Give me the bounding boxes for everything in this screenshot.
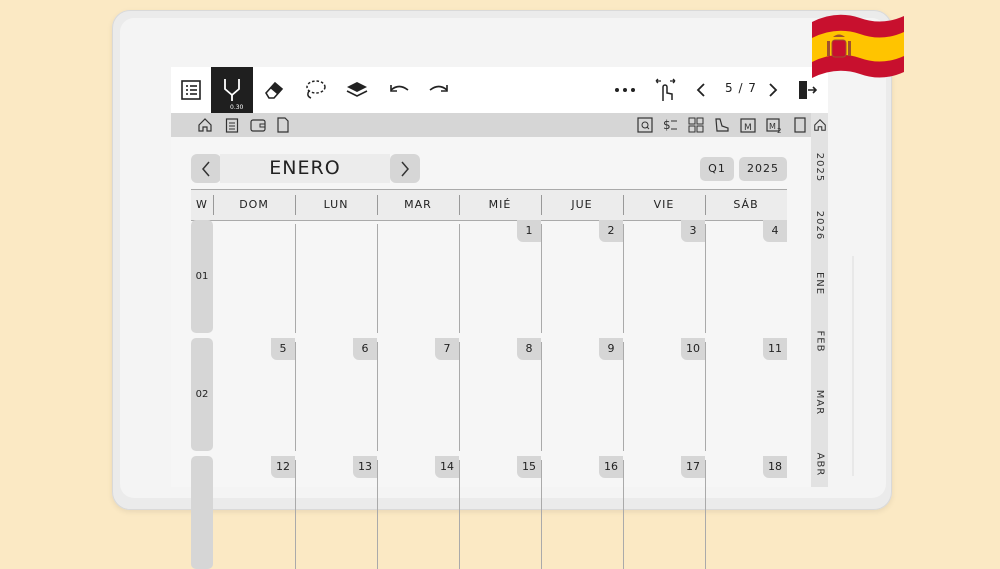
svg-text:2: 2 — [777, 127, 781, 133]
week-row: 02 5 6 7 8 9 10 11 — [191, 338, 787, 451]
date-number[interactable]: 10 — [681, 338, 705, 360]
undo-icon[interactable] — [385, 75, 413, 105]
eraser-icon[interactable] — [261, 75, 287, 105]
date-number[interactable]: 7 — [435, 338, 459, 360]
lasso-icon[interactable] — [301, 75, 329, 105]
next-page-icon[interactable] — [763, 75, 783, 105]
day-header-lun: LUN — [323, 198, 349, 211]
day-header-mie: MIÉ — [488, 198, 512, 211]
date-number[interactable]: 14 — [435, 456, 459, 478]
side-home-icon[interactable] — [811, 113, 828, 137]
month-title: ENERO — [269, 157, 341, 179]
day-header-mar: MAR — [404, 198, 432, 211]
scrollbar[interactable] — [852, 256, 854, 476]
page-indicator: 5 / 7 — [725, 81, 757, 95]
side-tab-bar: 2025 2026 ENE FEB MAR ABR — [811, 113, 828, 487]
touch-icon[interactable] — [651, 75, 679, 105]
layers-icon[interactable] — [343, 75, 371, 105]
svg-text:M: M — [744, 123, 752, 133]
side-tab-feb[interactable]: FEB — [811, 315, 828, 367]
week-row: 01 1 2 3 4 — [191, 220, 787, 333]
chevron-right-icon — [401, 161, 409, 176]
day-cell[interactable] — [295, 220, 377, 333]
date-number[interactable]: 17 — [681, 456, 705, 478]
next-month-button[interactable] — [390, 154, 420, 183]
quarter-icon[interactable] — [636, 116, 654, 134]
home-icon[interactable] — [196, 116, 214, 134]
date-number[interactable]: 11 — [763, 338, 787, 360]
link-bar: $ M M2 — [171, 113, 811, 137]
side-tab-2026[interactable]: 2026 — [811, 199, 828, 251]
date-number[interactable]: 18 — [763, 456, 787, 478]
prev-page-icon[interactable] — [691, 75, 711, 105]
week-number[interactable]: 02 — [191, 338, 213, 451]
grid-icon[interactable] — [687, 116, 705, 134]
toc-icon[interactable] — [179, 75, 203, 105]
pen-icon — [224, 79, 240, 101]
date-number[interactable]: 12 — [271, 456, 295, 478]
day-cell[interactable] — [377, 220, 459, 333]
cover-icon[interactable] — [791, 116, 809, 134]
month-icon[interactable]: M — [739, 116, 757, 134]
date-number[interactable]: 13 — [353, 456, 377, 478]
side-tab-ene[interactable]: ENE — [811, 257, 828, 309]
shoe-icon[interactable] — [713, 116, 731, 134]
prev-month-button[interactable] — [191, 154, 221, 183]
quarter-button[interactable]: Q1 — [700, 157, 734, 181]
week-number[interactable] — [191, 456, 213, 569]
chevron-left-icon — [202, 161, 210, 176]
wallet-icon[interactable] — [249, 116, 267, 134]
date-number[interactable]: 6 — [353, 338, 377, 360]
day-cell[interactable] — [213, 220, 295, 333]
week-number[interactable]: 01 — [191, 220, 213, 333]
day-header-dom: DOM — [239, 198, 269, 211]
side-tab-mar[interactable]: MAR — [811, 373, 828, 431]
toolbar: 0.30 5 / 7 — [171, 67, 828, 113]
year-button[interactable]: 2025 — [739, 157, 787, 181]
date-number[interactable]: 15 — [517, 456, 541, 478]
side-tab-2025[interactable]: 2025 — [811, 141, 828, 193]
more-icon[interactable] — [611, 75, 639, 105]
date-number[interactable]: 8 — [517, 338, 541, 360]
date-number[interactable]: 16 — [599, 456, 623, 478]
pen-size-label: 0.30 — [230, 104, 244, 111]
svg-text:M: M — [769, 122, 776, 131]
date-number[interactable]: 4 — [763, 220, 787, 242]
day-header-jue: JUE — [571, 198, 593, 211]
day-header-sab: SÁB — [733, 198, 759, 211]
month-2-icon[interactable]: M2 — [765, 116, 783, 134]
date-number[interactable]: 9 — [599, 338, 623, 360]
document-icon[interactable] — [274, 116, 292, 134]
pen-button[interactable]: 0.30 — [211, 67, 253, 113]
weekday-header: W DOM LUN MAR MIÉ JUE VIE SÁB — [191, 189, 787, 221]
side-tab-abr[interactable]: ABR — [811, 435, 828, 487]
money-icon[interactable]: $ — [661, 116, 679, 134]
week-row: 12 13 14 15 16 17 18 — [191, 456, 787, 569]
clipboard-icon[interactable] — [223, 116, 241, 134]
week-column-label: W — [196, 198, 208, 211]
day-header-vie: VIE — [653, 198, 675, 211]
date-number[interactable]: 1 — [517, 220, 541, 242]
spain-flag-icon — [812, 14, 904, 78]
date-number[interactable]: 3 — [681, 220, 705, 242]
svg-text:$: $ — [663, 118, 671, 132]
date-number[interactable]: 2 — [599, 220, 623, 242]
date-number[interactable]: 5 — [271, 338, 295, 360]
redo-icon[interactable] — [425, 75, 453, 105]
